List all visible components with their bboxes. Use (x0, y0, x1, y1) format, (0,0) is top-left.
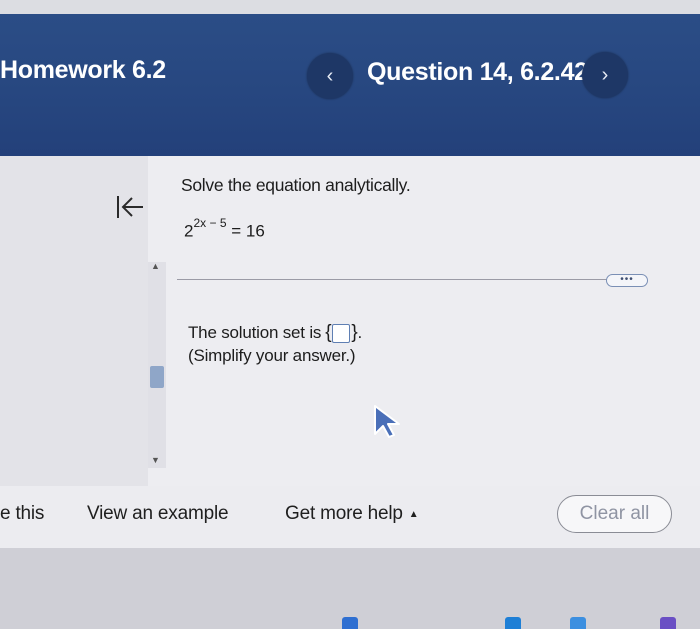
equation: 22x − 5 = 16 (184, 216, 265, 242)
clear-all-button[interactable]: Clear all (557, 495, 672, 533)
more-options-button[interactable]: ••• (606, 274, 648, 287)
assignment-title: Homework 6.2 (0, 56, 166, 84)
equation-exponent: 2x − 5 (193, 216, 227, 230)
get-more-help-label: Get more help (285, 503, 403, 524)
save-link[interactable]: e this (0, 503, 44, 525)
collapse-left-icon[interactable] (115, 194, 145, 225)
taskbar-app-icon[interactable] (660, 617, 676, 629)
scrollbar-track[interactable] (148, 262, 166, 468)
open-brace: { (325, 322, 332, 343)
answer-hint: (Simplify your answer.) (188, 346, 356, 365)
answer-period: . (357, 323, 363, 342)
get-more-help-link[interactable]: Get more help ▲ (285, 503, 419, 525)
window-top-strip (0, 0, 700, 14)
question-title: Question 14, 6.2.42 (367, 58, 588, 86)
taskbar-app-icon[interactable] (570, 617, 586, 629)
chevron-right-icon: › (601, 63, 609, 86)
mouse-pointer-icon (372, 404, 402, 443)
scrollbar-thumb[interactable] (150, 366, 164, 388)
view-example-link[interactable]: View an example (87, 503, 229, 525)
taskbar-app-icon[interactable] (505, 617, 521, 629)
taskbar-app-icon[interactable] (342, 617, 358, 629)
equation-rhs: = 16 (231, 221, 265, 241)
next-question-button[interactable]: › (582, 52, 628, 98)
answer-input[interactable] (332, 323, 351, 343)
solution-prefix: The solution set is (188, 323, 322, 342)
scroll-up-arrow-icon[interactable]: ▲ (151, 261, 160, 271)
scroll-down-arrow-icon[interactable]: ▼ (151, 455, 160, 465)
caret-up-icon: ▲ (408, 509, 419, 520)
previous-question-button[interactable]: ‹ (307, 53, 353, 99)
answer-line: The solution set is { } . (188, 322, 362, 344)
chevron-left-icon: ‹ (326, 64, 334, 87)
question-prompt: Solve the equation analytically. (181, 175, 411, 195)
section-divider (177, 279, 607, 280)
